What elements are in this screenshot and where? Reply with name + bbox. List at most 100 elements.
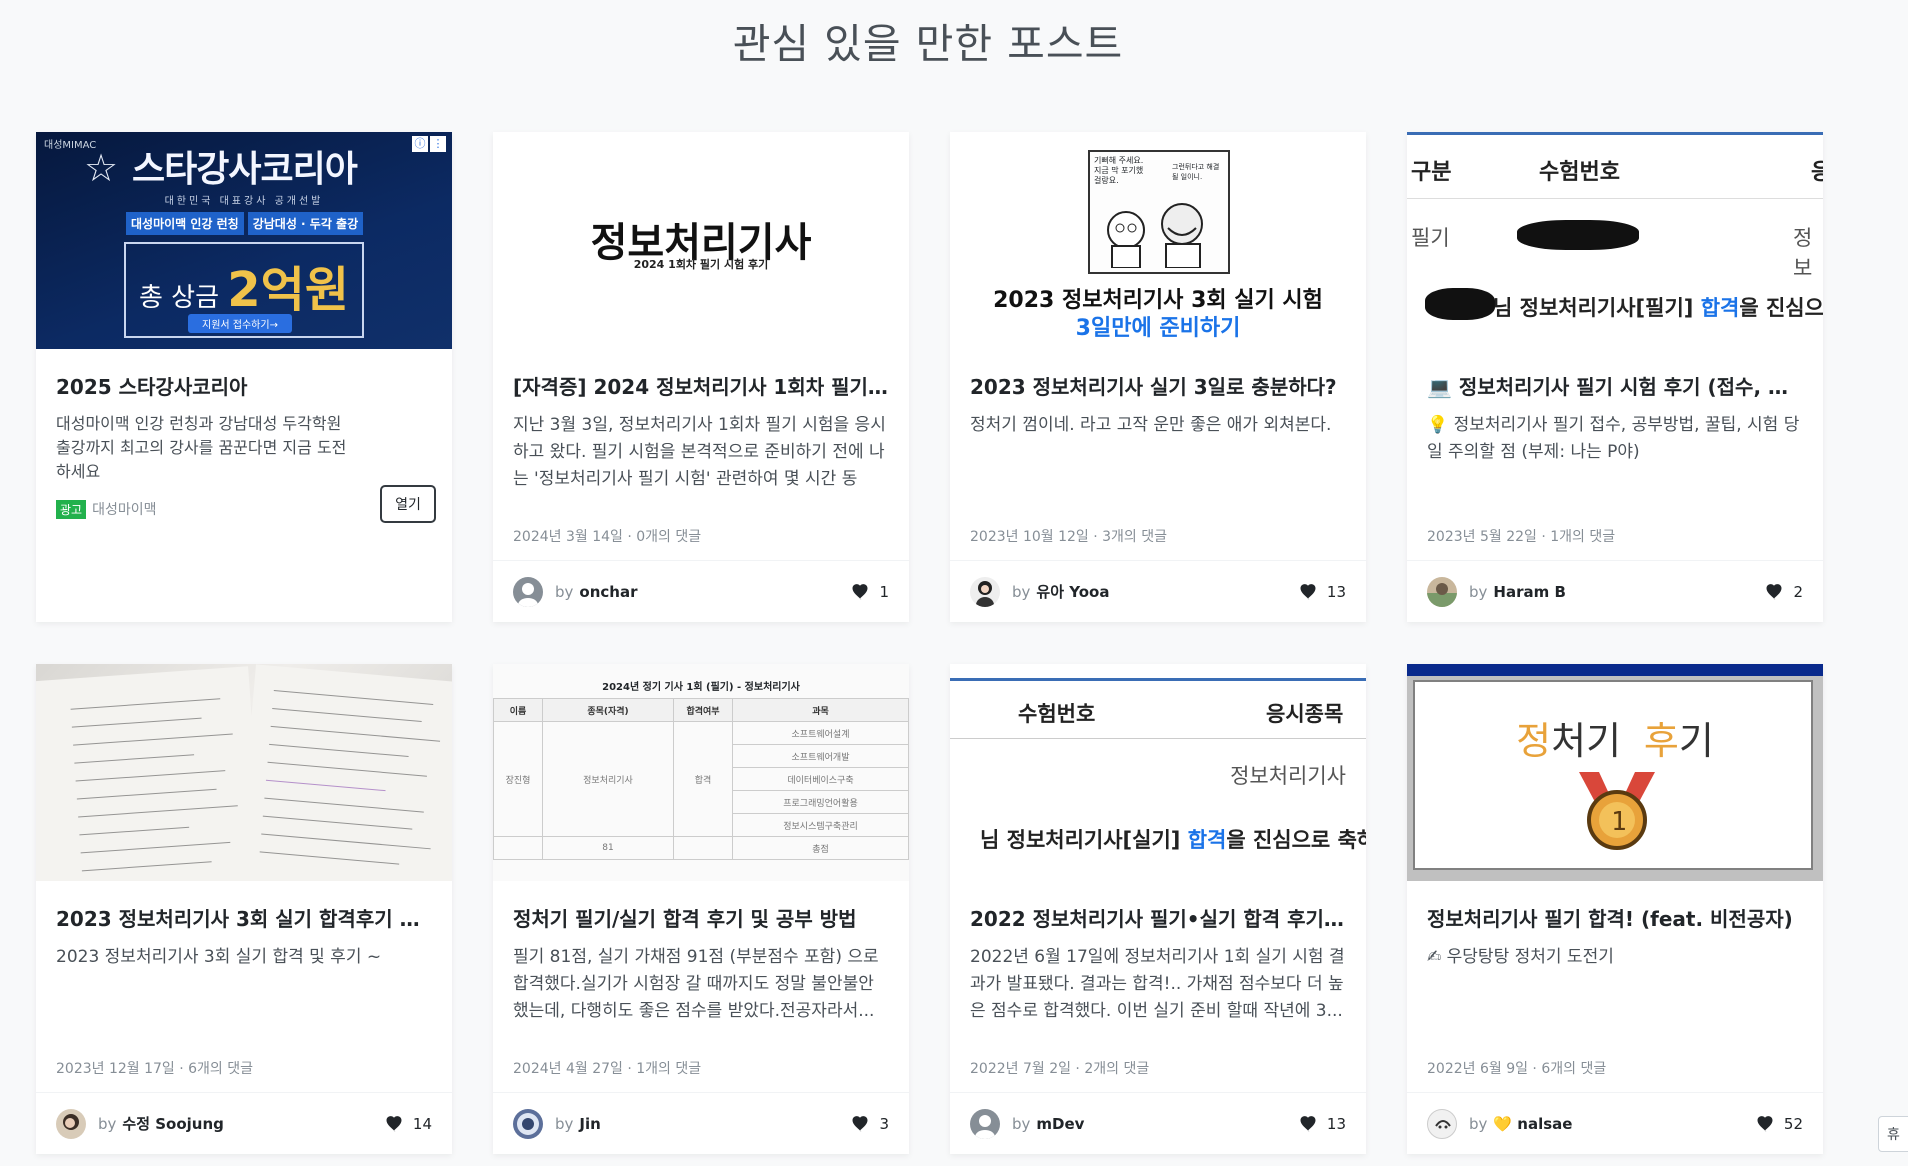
- post-title[interactable]: 2023 정보처리기사 3회 실기 합격후기 및 ...: [56, 903, 432, 932]
- ad-prize-prefix: 총 상금: [138, 283, 220, 313]
- thumb-caption: 2024년 정기 기사 1회 (필기) - 정보처리기사: [602, 682, 800, 693]
- by-label: by: [1012, 582, 1031, 601]
- redaction: [1517, 220, 1639, 250]
- congrats-text: 님 정보처리기사[실기]: [980, 828, 1188, 852]
- post-body: 💻 정보처리기사 필기 시험 후기 (접수, 공... 💡 정보처리기사 필기 …: [1407, 349, 1823, 560]
- author-name[interactable]: 수정 Soojung: [122, 1113, 223, 1134]
- post-desc: ✍ 우당탕탕 정처기 도전기: [1427, 947, 1614, 967]
- pixel-title: 정처기 후기: [1415, 710, 1815, 765]
- author-name[interactable]: mDev: [1036, 1115, 1084, 1133]
- post-card[interactable]: 수험번호 응시종목 정보처리기사 님 정보처리기사[실기] 합격을 진심으로 축…: [950, 664, 1366, 1154]
- avatar[interactable]: [1427, 1108, 1457, 1139]
- table-cell: 총점: [732, 836, 909, 860]
- likes: 52: [1756, 1115, 1803, 1133]
- post-card[interactable]: 구분 수험번호 응 필기 정보 님 정보처리기사[필기] 합격을 진심으로 💻 …: [1407, 132, 1823, 622]
- open-button[interactable]: 열기: [380, 485, 436, 523]
- ad-title[interactable]: 2025 스타강사코리아: [56, 371, 432, 400]
- post-footer: by 유아 Yooa 13: [950, 560, 1366, 622]
- side-floating-button[interactable]: 휴: [1878, 1116, 1908, 1152]
- author-name[interactable]: 유아 Yooa: [1036, 581, 1109, 602]
- post-desc: 💡 정보처리기사 필기 접수, 공부방법, 꿀팁, 시험 당일 주의할 점 (부…: [1427, 415, 1800, 462]
- author-name[interactable]: onchar: [579, 583, 637, 601]
- likes: 1: [851, 583, 889, 601]
- table-cell: 정보처리기사: [542, 721, 674, 837]
- heart-icon: [852, 583, 868, 600]
- author-name[interactable]: Haram B: [1493, 583, 1565, 601]
- post-meta: 2023년 10월 12일 · 3개의 댓글: [970, 529, 1168, 545]
- avatar[interactable]: [1427, 576, 1457, 607]
- post-title[interactable]: 정보처리기사 필기 합격! (feat. 비전공자): [1427, 903, 1803, 932]
- likes: 14: [385, 1115, 432, 1133]
- likes-count: 14: [412, 1114, 432, 1133]
- congrats-highlight: 합격: [1700, 296, 1740, 320]
- pixel-char: 후: [1643, 719, 1679, 763]
- post-thumbnail[interactable]: 구분 수험번호 응 필기 정보 님 정보처리기사[필기] 합격을 진심으로: [1407, 132, 1823, 349]
- post-card[interactable]: 2024년 정기 기사 1회 (필기) - 정보처리기사 이름 종목(자격) 합…: [493, 664, 909, 1154]
- likes: 13: [1299, 583, 1346, 601]
- ad-advertiser: 광고 대성마이맥: [56, 499, 157, 519]
- avatar[interactable]: [970, 576, 1000, 607]
- by-label: by: [1469, 1114, 1488, 1133]
- heart-icon: [852, 1115, 868, 1132]
- congrats-text: 님 정보처리기사[필기]: [1493, 296, 1701, 320]
- thumb-top-border: [950, 678, 1366, 681]
- ad-badge: 광고: [56, 500, 87, 519]
- post-title[interactable]: 2023 정보처리기사 실기 3일로 충분하다?: [970, 371, 1346, 400]
- thumb-header: 응시종목: [1266, 702, 1344, 726]
- avatar[interactable]: [513, 1108, 543, 1139]
- post-title[interactable]: 2022 정보처리기사 필기•실기 합격 후기 +...: [970, 903, 1346, 932]
- post-body: 정보처리기사 필기 합격! (feat. 비전공자) ✍ 우당탕탕 정처기 도전…: [1407, 881, 1823, 1092]
- ad-prize-amount: 2억원: [227, 262, 349, 318]
- post-title[interactable]: 💻 정보처리기사 필기 시험 후기 (접수, 공...: [1427, 371, 1803, 400]
- table-cell: 소프트웨어설계: [732, 721, 909, 745]
- author-name[interactable]: Jin: [579, 1115, 600, 1133]
- ad-card[interactable]: 대성MIMAC ☆ 스타강사코리아 대한민국 대표강사 공개선발 대성마이맥 인…: [36, 132, 452, 622]
- post-thumbnail[interactable]: 정보처리기사 2024 1회차 필기 시험 후기: [493, 132, 909, 349]
- post-card[interactable]: 기뻐해 주세요. 지금 막 포기했걸랑요. 그런뒤다고 해결될 일이니. 202…: [950, 132, 1366, 622]
- more-vertical-icon[interactable]: ⋮: [430, 136, 446, 152]
- window-titlebar: [1407, 664, 1823, 676]
- notebook-page: [36, 666, 264, 881]
- by-label: by: [1012, 1114, 1031, 1133]
- ad-tags: 대성마이맥 인강 런칭 강남대성 · 두각 출강: [126, 212, 364, 235]
- post-title[interactable]: 정처기 필기/실기 합격 후기 및 공부 방법: [513, 903, 889, 932]
- post-footer: by 수정 Soojung 14: [36, 1092, 452, 1154]
- post-thumbnail[interactable]: 수험번호 응시종목 정보처리기사 님 정보처리기사[실기] 합격을 진심으로 축…: [950, 664, 1366, 881]
- info-icon[interactable]: ⓘ: [412, 136, 428, 152]
- post-card[interactable]: 정보처리기사 2024 1회차 필기 시험 후기 [자격증] 2024 정보처리…: [493, 132, 909, 622]
- post-thumbnail[interactable]: [36, 664, 452, 881]
- svg-text:1: 1: [1611, 807, 1627, 837]
- avatar[interactable]: [513, 576, 543, 607]
- post-footer: by onchar 1: [493, 560, 909, 622]
- avatar[interactable]: [56, 1108, 86, 1139]
- ad-apply-button[interactable]: 지원서 접수하기→: [188, 314, 292, 333]
- post-meta: 2022년 6월 9일 · 6개의 댓글: [1427, 1061, 1607, 1077]
- congrats-highlight: 합격: [1187, 828, 1227, 852]
- ad-thumbnail[interactable]: 대성MIMAC ☆ 스타강사코리아 대한민국 대표강사 공개선발 대성마이맥 인…: [36, 132, 452, 349]
- likes-count: 13: [1326, 1114, 1346, 1133]
- post-footer: by Jin 3: [493, 1092, 909, 1154]
- post-card[interactable]: 정처기 후기 1 정보처리기사 필기 합격! (feat. 비전공자) ✍ 우당…: [1407, 664, 1823, 1154]
- ad-choices[interactable]: ⓘ ⋮: [412, 136, 446, 152]
- ad-tag: 대성마이맥 인강 런칭: [126, 212, 244, 235]
- medal-icon: 1: [1579, 772, 1655, 850]
- by-label: by: [1469, 582, 1488, 601]
- post-thumbnail[interactable]: 기뻐해 주세요. 지금 막 포기했걸랑요. 그런뒤다고 해결될 일이니. 202…: [950, 132, 1366, 349]
- ad-body: 2025 스타강사코리아 대성마이맥 인강 런칭과 강남대성 두각학원 출강까지…: [36, 349, 452, 622]
- post-body: 2022 정보처리기사 필기•실기 합격 후기 +... 2022년 6월 17…: [950, 881, 1366, 1092]
- post-thumbnail[interactable]: 정처기 후기 1: [1407, 664, 1823, 881]
- likes-count: 1: [879, 582, 889, 601]
- post-footer: by 💛 nalsae 52: [1407, 1092, 1823, 1154]
- likes-count: 52: [1783, 1114, 1803, 1133]
- by-label: by: [555, 582, 574, 601]
- table-cell: 합격: [673, 721, 733, 837]
- thumb-header: 수험번호: [1539, 160, 1620, 185]
- post-desc: 필기 81점, 실기 가채점 91점 (부분점수 포함) 으로 합격했다.실기가…: [513, 947, 879, 1021]
- author-name[interactable]: 💛 nalsae: [1493, 1115, 1572, 1133]
- avatar[interactable]: [970, 1108, 1000, 1139]
- thumb-congrats: 님 정보처리기사[필기] 합격을 진심으로: [1493, 292, 1823, 322]
- heart-icon: [1757, 1115, 1773, 1132]
- post-card[interactable]: 2023 정보처리기사 3회 실기 합격후기 및 ... 2023 정보처리기사…: [36, 664, 452, 1154]
- post-thumbnail[interactable]: 2024년 정기 기사 1회 (필기) - 정보처리기사 이름 종목(자격) 합…: [493, 664, 909, 881]
- post-title[interactable]: [자격증] 2024 정보처리기사 1회차 필기 ...: [513, 371, 889, 400]
